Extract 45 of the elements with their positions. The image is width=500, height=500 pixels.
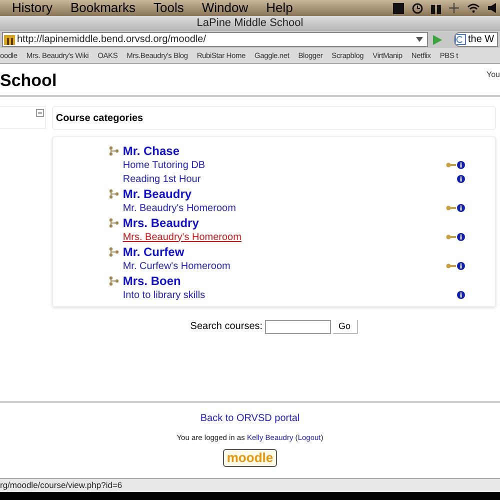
menu-item[interactable]: Tools: [153, 0, 184, 18]
course-link[interactable]: Home Tutoring DB: [122, 158, 206, 172]
info-icon[interactable]: [457, 161, 465, 169]
course-link[interactable]: Reading 1st Hour: [122, 172, 201, 186]
course-link[interactable]: Into to library skills: [122, 288, 206, 302]
search-courses-field[interactable]: [264, 320, 331, 334]
menu-item[interactable]: Window: [202, 0, 248, 18]
status-bar: rg/moodle/course/view.php?id=6: [0, 478, 500, 492]
login-info-text: You: [486, 69, 500, 81]
category-icon: [108, 276, 119, 286]
menu-item[interactable]: Help: [266, 0, 293, 18]
speaker-icon[interactable]: [488, 3, 496, 13]
info-icon[interactable]: [457, 262, 465, 270]
search-label: Search courses:: [190, 320, 263, 334]
search-engine-icon[interactable]: [455, 34, 466, 45]
portal-link[interactable]: Back to ORVSD portal: [200, 411, 300, 426]
course-link[interactable]: Mr. Curfew's Homeroom: [122, 258, 230, 274]
category-link[interactable]: Mr. Curfew: [122, 242, 184, 260]
info-icon[interactable]: [457, 175, 465, 183]
dropdown-icon[interactable]: [416, 37, 423, 42]
info-icon[interactable]: [457, 233, 465, 241]
category-icon: [108, 246, 119, 256]
category-link[interactable]: Mrs. Boen: [122, 272, 181, 290]
site-heading: School: [0, 70, 57, 92]
category-link[interactable]: Mr. Beaudry: [122, 184, 192, 202]
site-icon: [4, 34, 15, 44]
wifi-icon[interactable]: [467, 3, 480, 13]
search-field[interactable]: the W: [454, 32, 498, 47]
category-icon: [108, 218, 119, 228]
info-icon[interactable]: [457, 204, 465, 212]
course-link[interactable]: Mrs. Beaudry's Homeroom: [122, 230, 242, 244]
go-button[interactable]: Go: [332, 320, 358, 334]
category-link[interactable]: Mr. Chase: [122, 142, 180, 160]
menu-item[interactable]: Bookmarks: [70, 0, 136, 18]
menu-item[interactable]: History: [12, 0, 52, 18]
clock-icon[interactable]: [412, 2, 423, 14]
section-header: Course categories: [52, 106, 496, 130]
course-link[interactable]: Mr. Beaudry's Homeroom: [122, 200, 236, 216]
category-icon: [108, 188, 119, 198]
category-icon: [108, 146, 119, 156]
collapse-icon[interactable]: [36, 109, 44, 117]
category-link[interactable]: Mrs. Beaudry: [122, 214, 199, 232]
address-field[interactable]: http://lapinemiddle.bend.orvsd.org/moodle/: [2, 32, 428, 47]
info-icon[interactable]: [457, 291, 465, 299]
window-title: LaPine Middle School: [0, 16, 500, 31]
